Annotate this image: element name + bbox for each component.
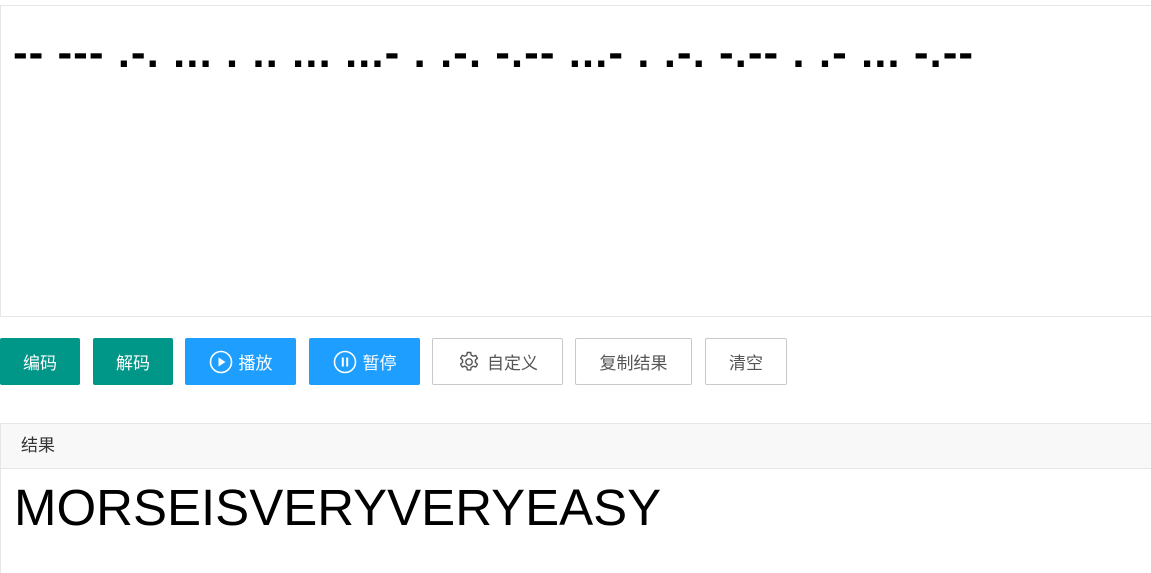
result-output: MORSEISVERYVERYEASY: [0, 469, 1151, 573]
pause-button-label: 暂停: [362, 354, 397, 374]
decode-button-label: 解码: [116, 354, 150, 374]
encode-button[interactable]: 编码: [0, 338, 80, 385]
play-button[interactable]: 播放: [185, 338, 296, 385]
clear-button-label: 清空: [729, 354, 763, 374]
morse-input-area[interactable]: -- --- .-. ... . .. ... ...- . .-. -.-- …: [0, 5, 1151, 317]
toolbar: 编码 解码 播放 暂停 自定义 复制结果 清空: [0, 338, 1151, 385]
clear-button[interactable]: 清空: [705, 338, 787, 385]
pause-button[interactable]: 暂停: [309, 338, 420, 385]
result-header: 结果: [0, 423, 1151, 469]
encode-button-label: 编码: [23, 354, 57, 374]
play-circle-icon: [209, 350, 233, 374]
custom-button-label: 自定义: [487, 354, 538, 374]
gear-icon: [457, 350, 481, 374]
morse-code-tool: -- --- .-. ... . .. ... ...- . .-. -.-- …: [0, 0, 1151, 573]
decode-button[interactable]: 解码: [93, 338, 173, 385]
play-button-label: 播放: [238, 354, 273, 374]
copy-result-button-label: 复制结果: [599, 354, 668, 374]
custom-button[interactable]: 自定义: [432, 338, 563, 385]
copy-result-button[interactable]: 复制结果: [575, 338, 692, 385]
pause-circle-icon: [333, 350, 357, 374]
